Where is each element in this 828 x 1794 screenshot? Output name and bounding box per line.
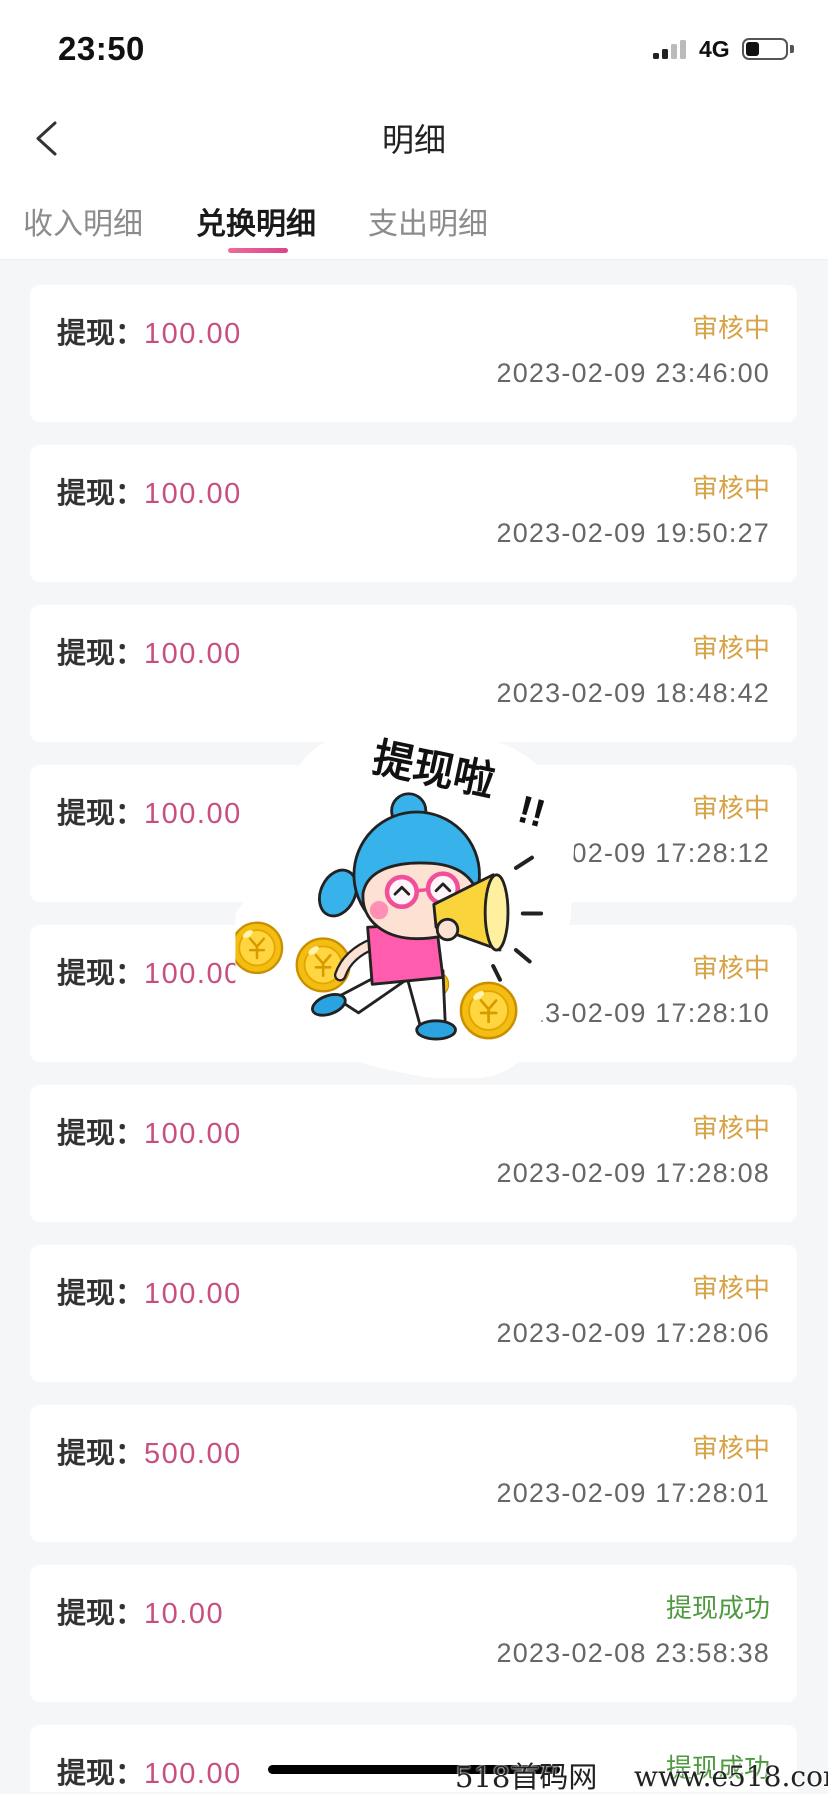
record-label: 提现：	[57, 1438, 145, 1470]
record-title: 提现：100.00	[57, 1116, 242, 1152]
list-item[interactable]: 提现：500.00 审核中 2023-02-09 17:28:01	[30, 1405, 797, 1542]
coin-icon	[459, 981, 518, 1040]
record-title: 提现：100.00	[57, 796, 242, 832]
status-badge: 审核中	[691, 473, 770, 503]
record-title: 提现：100.00	[57, 1756, 242, 1792]
record-label: 提现：	[57, 1758, 145, 1790]
signal-bar	[680, 40, 686, 59]
record-amount: 10.00	[144, 1598, 225, 1630]
status-badge: 审核中	[691, 1273, 770, 1303]
record-timestamp: 2023-02-09 18:48:42	[496, 678, 770, 708]
record-title: 提现：500.00	[57, 1436, 242, 1472]
list-item[interactable]: 提现：100.00 审核中 2023-02-09 17:28:06	[30, 1245, 797, 1382]
battery-icon	[742, 38, 788, 60]
record-label: 提现：	[57, 638, 145, 670]
status-badge: 审核中	[691, 953, 770, 983]
record-amount: 500.00	[144, 1438, 242, 1470]
record-amount: 100.00	[144, 958, 242, 990]
record-amount: 100.00	[144, 638, 242, 670]
battery-level	[746, 42, 759, 56]
record-timestamp: 2023-02-08 23:58:38	[496, 1638, 770, 1668]
network-type: 4G	[699, 36, 730, 62]
record-amount: 100.00	[144, 1278, 242, 1310]
record-title: 提现：100.00	[57, 1276, 242, 1312]
status-badge: 审核中	[691, 633, 770, 663]
record-label: 提现：	[57, 318, 145, 350]
record-title: 提现：100.00	[57, 316, 242, 352]
list-item[interactable]: 提现：10.00 提现成功 2023-02-08 23:58:38	[30, 1565, 797, 1702]
tab-exchange[interactable]: 兑换明细	[196, 207, 316, 243]
record-amount: 100.00	[144, 1758, 242, 1790]
list-item[interactable]: 提现：100.00 审核中 2023-02-09 19:50:27	[30, 445, 797, 582]
list-item[interactable]: 提现：100.00 审核中 2023-02-09 18:48:42	[30, 605, 797, 742]
record-timestamp: 2023-02-09 23:46:00	[496, 358, 770, 388]
header: 23:50 4G 明细 收入明细 兑换明细 支出明细	[0, 0, 828, 260]
record-label: 提现：	[57, 958, 145, 990]
coin-icon	[235, 921, 284, 975]
signal-bar	[662, 48, 668, 59]
watermark-url: www.e518.com	[634, 1760, 828, 1793]
battery-cap	[790, 45, 794, 53]
record-amount: 100.00	[144, 1118, 242, 1150]
list-item[interactable]: 提现：100.00 审核中 2023-02-09 23:46:00	[30, 285, 797, 422]
record-label: 提现：	[57, 1598, 145, 1630]
page-title: 明细	[381, 122, 446, 158]
record-title: 提现：100.00	[57, 476, 242, 512]
record-title: 提现：100.00	[57, 636, 242, 672]
status-badge: 审核中	[691, 1433, 770, 1463]
withdraw-sticker: 提现啦 !!	[235, 731, 575, 1078]
tab-income[interactable]: 收入明细	[23, 207, 143, 243]
record-amount: 100.00	[144, 478, 242, 510]
status-badge: 提现成功	[665, 1593, 770, 1623]
record-amount: 100.00	[144, 798, 242, 830]
status-badge: 审核中	[691, 1113, 770, 1143]
tab-expense[interactable]: 支出明细	[368, 207, 488, 243]
signal-bar	[653, 53, 659, 59]
record-label: 提现：	[57, 478, 145, 510]
record-timestamp: 2023-02-09 17:28:06	[496, 1318, 770, 1348]
record-timestamp: 2023-02-09 17:28:08	[496, 1158, 770, 1188]
record-title: 提现：100.00	[57, 956, 242, 992]
watermark-site: 518首码网	[455, 1760, 598, 1794]
record-label: 提现：	[57, 1278, 145, 1310]
signal-icon	[653, 40, 686, 59]
record-title: 提现：10.00	[57, 1596, 224, 1632]
tab-active-indicator	[228, 248, 288, 253]
list-item[interactable]: 提现：100.00 审核中 2023-02-09 17:28:08	[30, 1085, 797, 1222]
status-badge: 审核中	[691, 793, 770, 823]
status-bar-time: 23:50	[58, 30, 145, 67]
record-timestamp: 2023-02-09 19:50:27	[496, 518, 770, 548]
record-label: 提现：	[57, 798, 145, 830]
signal-bar	[671, 44, 677, 59]
status-badge: 审核中	[691, 313, 770, 343]
record-label: 提现：	[57, 1118, 145, 1150]
record-timestamp: 2023-02-09 17:28:01	[496, 1478, 770, 1508]
record-amount: 100.00	[144, 318, 242, 350]
